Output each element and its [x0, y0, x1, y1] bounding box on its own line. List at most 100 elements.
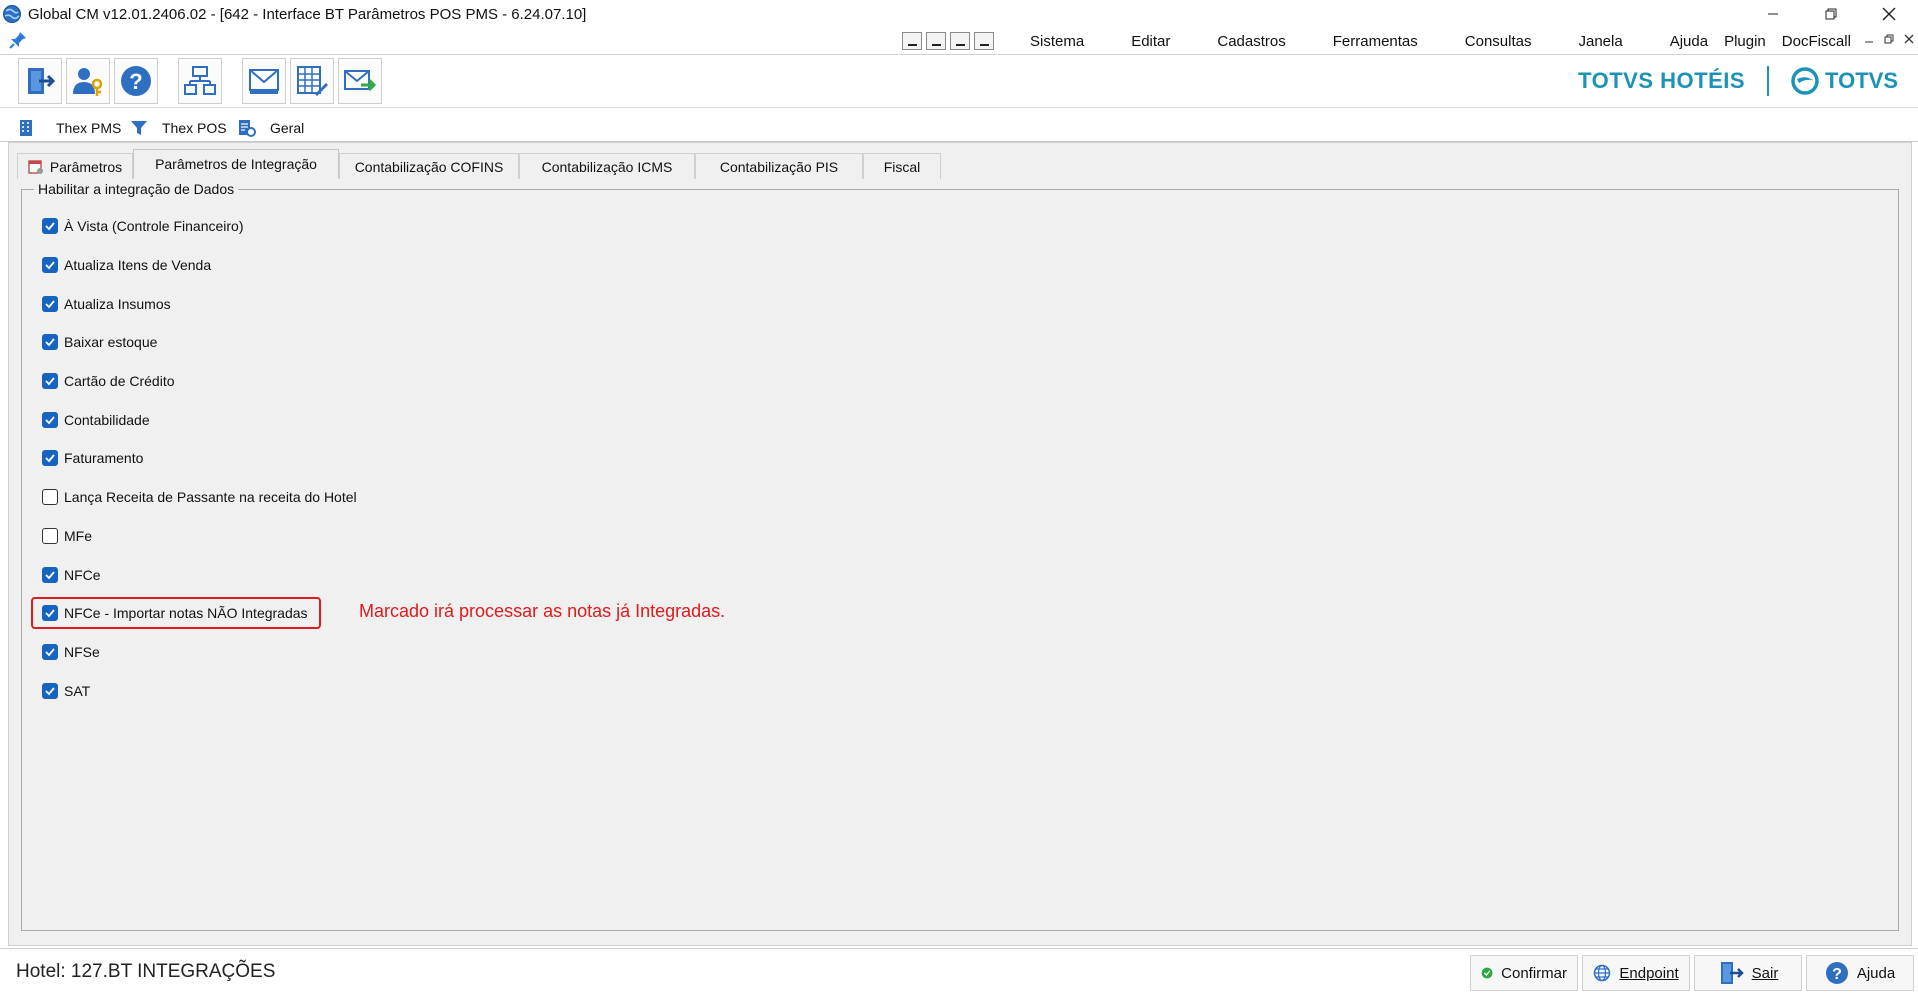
- exit-door-button[interactable]: [18, 58, 62, 104]
- mdi-minimize-button-4[interactable]: [974, 32, 994, 50]
- subtab-contabilizacao-cofins-label: Contabilização COFINS: [354, 158, 504, 175]
- tab-geral[interactable]: Geral: [232, 114, 310, 142]
- option-label: À Vista (Controle Financeiro): [64, 218, 244, 234]
- option-label: Faturamento: [64, 450, 144, 466]
- mdi-minimize-button-1[interactable]: [902, 32, 922, 50]
- subtab-contabilizacao-pis-label: Contabilização PIS: [719, 158, 839, 175]
- tab-thex-pos[interactable]: Thex POS: [124, 114, 233, 142]
- checkbox[interactable]: [42, 412, 58, 428]
- option-contabilidade[interactable]: Contabilidade: [42, 410, 150, 430]
- tab-thex-pos-label: Thex POS: [162, 120, 227, 136]
- checkmark-icon: [45, 222, 55, 231]
- checkbox[interactable]: [42, 450, 58, 466]
- title-bar: Global CM v12.01.2406.02 - [642 - Interf…: [0, 0, 1918, 28]
- checkbox[interactable]: [42, 296, 58, 312]
- checkmark-icon: [45, 571, 55, 580]
- option-label: SAT: [64, 683, 91, 699]
- option-baixar-estoque[interactable]: Baixar estoque: [42, 332, 157, 352]
- subtab-contabilizacao-pis[interactable]: Contabilização PIS: [695, 153, 863, 179]
- menu-plugin[interactable]: Plugin: [1724, 33, 1766, 50]
- exit-button[interactable]: Sair: [1694, 955, 1802, 991]
- option-label: Baixar estoque: [64, 334, 158, 350]
- hotel-status: Hotel: 127.BT INTEGRAÇÕES: [16, 961, 276, 982]
- status-bar: Hotel: 127.BT INTEGRAÇÕES Confirmar Endp…: [0, 948, 1918, 996]
- mail-button[interactable]: [242, 58, 286, 104]
- spreadsheet-edit-icon: [297, 66, 328, 96]
- calendar-settings-icon: [28, 159, 43, 174]
- spreadsheet-edit-button[interactable]: [290, 58, 334, 104]
- checkbox[interactable]: [42, 528, 58, 544]
- close-button[interactable]: [1860, 0, 1918, 28]
- option-label: Atualiza Insumos: [64, 296, 171, 312]
- menu-cadastros[interactable]: Cadastros: [1217, 33, 1285, 50]
- subtab-parametros[interactable]: Parâmetros: [17, 153, 133, 179]
- option-nfce[interactable]: NFCe: [42, 565, 101, 585]
- checkbox[interactable]: [42, 567, 58, 583]
- option-nfce-importar-nao-integradas[interactable]: NFCe - Importar notas NÃO Integradas: [42, 603, 308, 623]
- menu-editar[interactable]: Editar: [1131, 33, 1170, 50]
- checkmark-icon: [45, 609, 55, 618]
- option-label: NFCe: [64, 567, 101, 583]
- checkbox[interactable]: [42, 644, 58, 660]
- option-atualiza-insumos[interactable]: Atualiza Insumos: [42, 294, 171, 314]
- restore-button[interactable]: [1802, 0, 1860, 28]
- checkbox[interactable]: [42, 218, 58, 234]
- option-a-vista[interactable]: À Vista (Controle Financeiro): [42, 216, 243, 236]
- menu-ferramentas[interactable]: Ferramentas: [1333, 33, 1418, 50]
- mdi-child-restore-icon[interactable]: [1884, 32, 1894, 47]
- tab-thex-pms[interactable]: Thex PMS: [12, 114, 127, 142]
- network-structure-icon: [184, 66, 216, 95]
- brand: TOTVS HOTÉIS TOTVS: [1578, 66, 1898, 96]
- option-nfse[interactable]: NFSe: [42, 642, 100, 662]
- mdi-child-minimize-icon[interactable]: [1864, 32, 1874, 47]
- help-question-icon: ?: [1825, 962, 1848, 984]
- mdi-child-close-icon[interactable]: [1904, 32, 1914, 47]
- checkbox[interactable]: [42, 489, 58, 505]
- confirm-button[interactable]: Confirmar: [1470, 955, 1578, 991]
- window-title: Global CM v12.01.2406.02 - [642 - Interf…: [28, 5, 587, 23]
- option-cartao-credito[interactable]: Cartão de Crédito: [42, 371, 175, 391]
- option-lanca-receita-passante[interactable]: Lança Receita de Passante na receita do …: [42, 487, 357, 507]
- subtab-parametros-integracao-label: Parâmetros de Integração: [155, 156, 317, 172]
- option-sat[interactable]: SAT: [42, 681, 90, 701]
- tab-geral-label: Geral: [270, 120, 305, 136]
- mdi-minimize-button-3[interactable]: [950, 32, 970, 50]
- subtab-contabilizacao-icms[interactable]: Contabilização ICMS: [519, 153, 695, 179]
- tab-thex-pms-label: Thex PMS: [56, 120, 122, 136]
- menu-ajuda[interactable]: Ajuda: [1670, 33, 1708, 50]
- checkbox[interactable]: [42, 605, 58, 621]
- subtab-parametros-integracao[interactable]: Parâmetros de Integração: [133, 149, 339, 179]
- network-structure-button[interactable]: [178, 58, 222, 104]
- user-key-icon: [73, 68, 103, 96]
- menu-janela[interactable]: Janela: [1578, 33, 1622, 50]
- integration-groupbox: Habilitar a integração de Dados À Vista …: [21, 181, 1899, 931]
- subtab-contabilizacao-cofins[interactable]: Contabilização COFINS: [339, 153, 519, 179]
- checkbox[interactable]: [42, 683, 58, 699]
- checkmark-icon: [45, 416, 55, 425]
- exit-door-icon: [1720, 962, 1744, 984]
- endpoint-button-label: Endpoint: [1619, 964, 1679, 982]
- help-question-icon: ?: [121, 66, 151, 96]
- minimize-button[interactable]: [1744, 0, 1802, 28]
- user-key-button[interactable]: [66, 58, 110, 104]
- group-title: Habilitar a integração de Dados: [34, 181, 239, 197]
- menu-consultas[interactable]: Consultas: [1465, 33, 1532, 50]
- mail-icon: [249, 69, 279, 94]
- help-button[interactable]: ?: [114, 58, 158, 104]
- checkbox[interactable]: [42, 257, 58, 273]
- option-faturamento[interactable]: Faturamento: [42, 448, 143, 468]
- mail-send-button[interactable]: [338, 58, 382, 104]
- option-label: Lança Receita de Passante na receita do …: [64, 489, 357, 505]
- pin-icon[interactable]: [8, 30, 28, 55]
- mdi-minimize-button-2[interactable]: [926, 32, 946, 50]
- option-mfe[interactable]: MFe: [42, 526, 92, 546]
- subtab-fiscal[interactable]: Fiscal: [863, 153, 941, 179]
- menu-sistema[interactable]: Sistema: [1030, 33, 1084, 50]
- option-atualiza-itens-venda[interactable]: Atualiza Itens de Venda: [42, 255, 211, 275]
- endpoint-button[interactable]: Endpoint: [1582, 955, 1690, 991]
- help-footer-button[interactable]: ? Ajuda: [1806, 955, 1914, 991]
- exit-button-label: Sair: [1751, 964, 1779, 982]
- checkbox[interactable]: [42, 373, 58, 389]
- checkbox[interactable]: [42, 334, 58, 350]
- menu-docfiscall[interactable]: DocFiscall: [1782, 33, 1851, 50]
